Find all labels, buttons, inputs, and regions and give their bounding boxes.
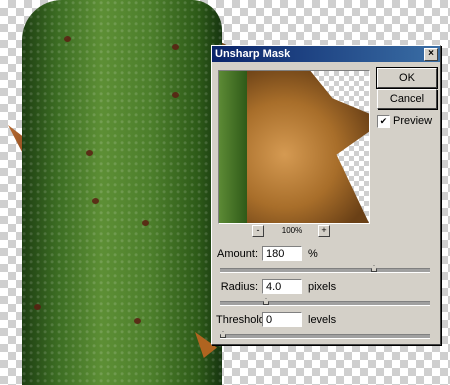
ok-button[interactable]: OK	[376, 67, 438, 89]
amount-unit: %	[308, 248, 318, 260]
radius-label: Radius:	[220, 281, 258, 293]
preview-checkbox-label: Preview	[393, 115, 433, 127]
threshold-row: Threshold: 0 levels	[212, 311, 440, 329]
dialog-titlebar[interactable]: Unsharp Mask ×	[212, 46, 440, 62]
radius-unit: pixels	[308, 281, 337, 293]
amount-slider-track	[220, 268, 430, 273]
unsharp-mask-dialog: Unsharp Mask × - 100% + OK Cancel ✔ Previ…	[211, 45, 441, 345]
close-button[interactable]: ×	[424, 48, 438, 61]
preview-checkbox[interactable]: ✔	[377, 114, 390, 128]
zoom-controls: - 100% +	[252, 225, 332, 237]
threshold-input[interactable]: 0	[262, 312, 302, 327]
preview-thorn-image	[239, 71, 369, 223]
stem-image	[22, 0, 222, 385]
amount-slider[interactable]	[220, 265, 430, 275]
preview-checkbox-row[interactable]: ✔ Preview	[377, 114, 432, 128]
stem-spot	[134, 318, 141, 324]
stem-spot	[172, 44, 179, 50]
threshold-slider-track	[220, 334, 430, 339]
radius-row: Radius: 4.0 pixels	[212, 278, 440, 296]
threshold-slider[interactable]	[220, 331, 430, 341]
threshold-label: Threshold:	[216, 314, 268, 326]
radius-slider-track	[220, 301, 430, 306]
amount-slider-thumb[interactable]	[371, 265, 377, 272]
stem-spot	[172, 92, 179, 98]
zoom-level: 100%	[281, 226, 303, 235]
threshold-unit: levels	[308, 314, 337, 326]
amount-row: Amount: 180 %	[212, 245, 440, 263]
preview-stem-image	[219, 71, 247, 223]
stem-spot	[142, 220, 149, 226]
radius-slider[interactable]	[220, 298, 430, 308]
zoom-in-button[interactable]: +	[318, 225, 330, 237]
cancel-button[interactable]: Cancel	[377, 89, 437, 109]
preview-pane[interactable]	[218, 70, 370, 224]
dialog-title: Unsharp Mask	[215, 48, 291, 60]
zoom-out-button[interactable]: -	[252, 225, 264, 237]
stem-spot	[64, 36, 71, 42]
amount-input[interactable]: 180	[262, 246, 302, 261]
stem-spot	[92, 198, 99, 204]
threshold-slider-thumb[interactable]	[220, 331, 226, 338]
radius-slider-thumb[interactable]	[263, 298, 269, 305]
stem-spot	[34, 304, 41, 310]
stem-spot	[86, 150, 93, 156]
amount-label: Amount:	[217, 248, 258, 260]
radius-input[interactable]: 4.0	[262, 279, 302, 294]
